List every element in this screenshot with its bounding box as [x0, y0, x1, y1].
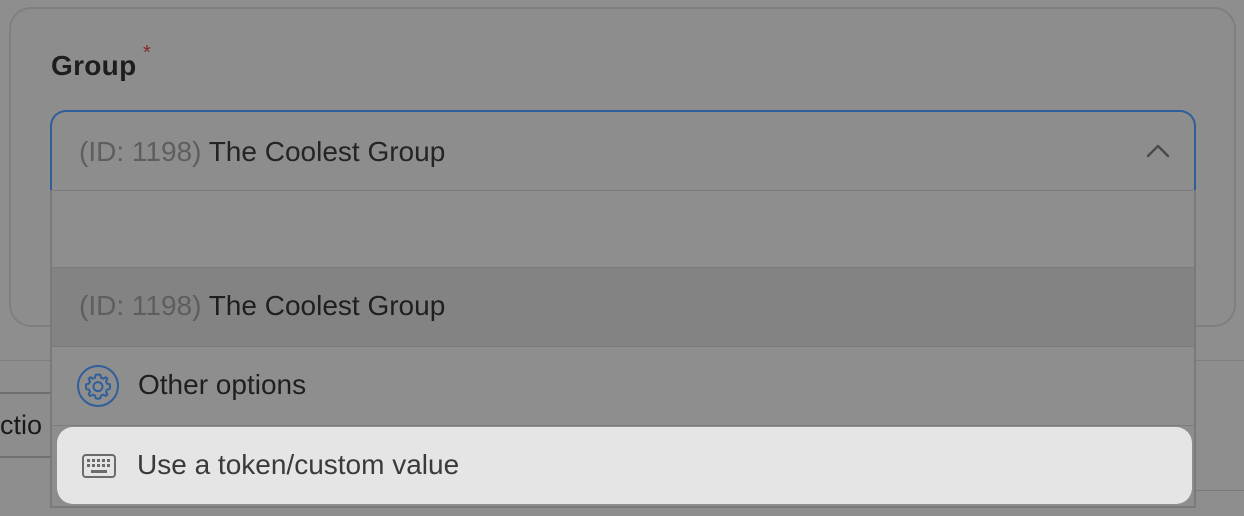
option-label: (ID: 1198) The Coolest Group: [79, 290, 445, 322]
use-token-custom-value-item[interactable]: Use a token/custom value: [57, 427, 1192, 504]
required-indicator: *: [143, 42, 151, 64]
chevron-up-icon[interactable]: [1144, 139, 1172, 163]
selected-id-prefix: (ID: 1198): [79, 136, 202, 167]
dropdown-search-input[interactable]: [52, 191, 1194, 267]
token-option-label: Use a token/custom value: [137, 449, 460, 480]
option-name: The Coolest Group: [208, 290, 446, 321]
keyboard-icon: [82, 454, 116, 478]
selected-value: (ID: 1198) The Coolest Group: [79, 136, 445, 168]
background-section-text: ctio: [0, 410, 43, 440]
group-field-label: Group: [51, 50, 137, 81]
other-options-item[interactable]: Other options: [52, 347, 1194, 426]
selected-group-name: The Coolest Group: [208, 136, 446, 167]
group-select[interactable]: (ID: 1198) The Coolest Group: [50, 110, 1196, 192]
search-row: [52, 190, 1194, 268]
background-divider-right: [1196, 490, 1244, 491]
other-options-label: Other options: [138, 369, 307, 400]
gear-icon: [77, 365, 119, 407]
dropdown-option[interactable]: (ID: 1198) The Coolest Group: [52, 268, 1194, 347]
option-id-prefix: (ID: 1198): [79, 290, 202, 321]
